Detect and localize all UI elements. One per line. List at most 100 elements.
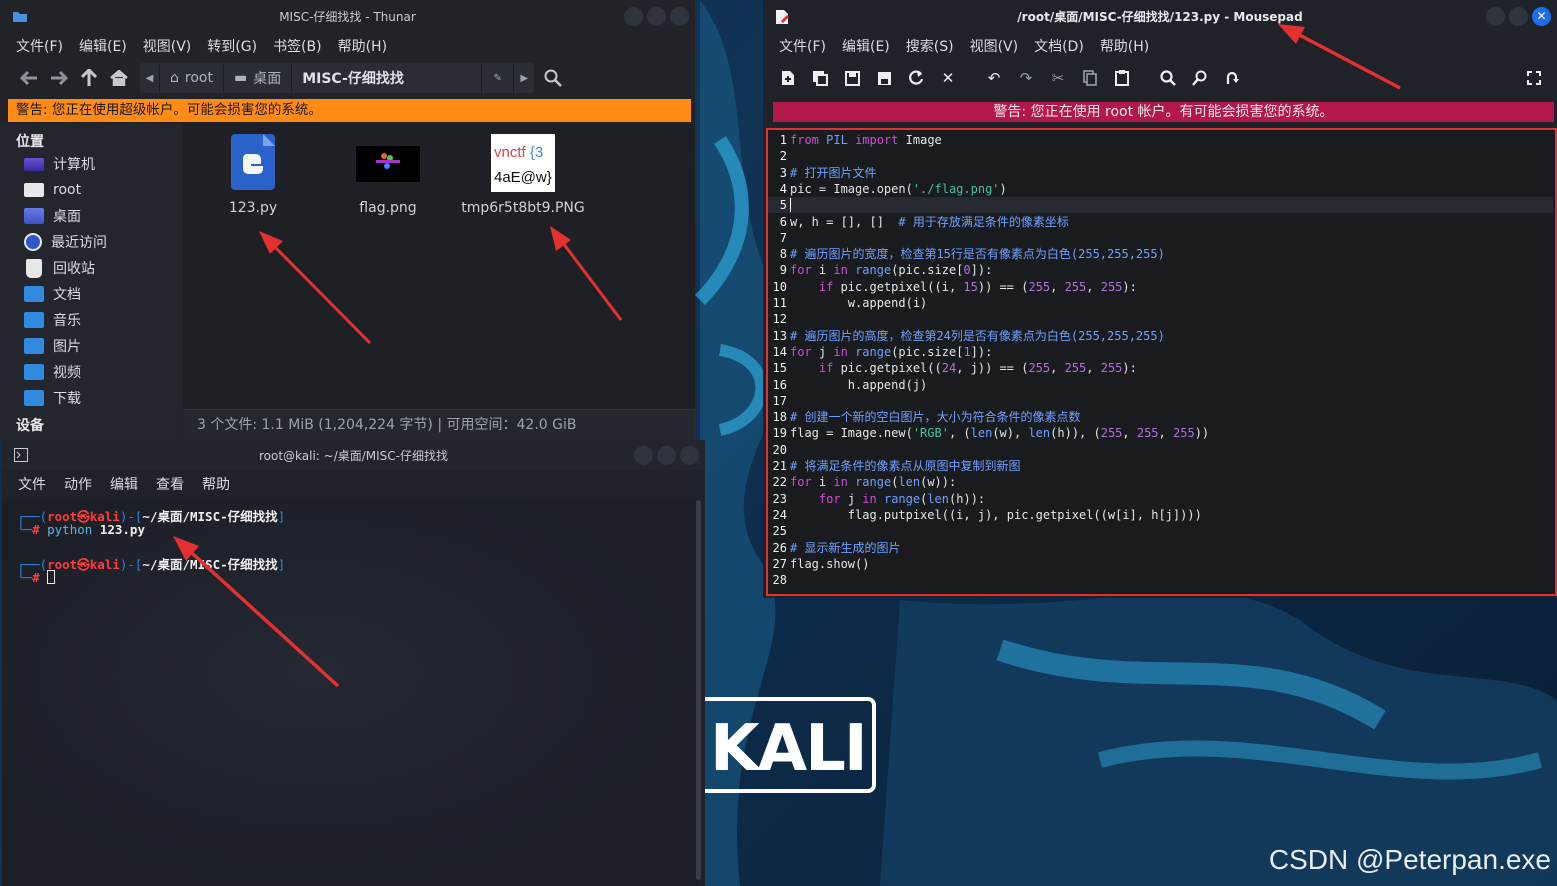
close-icon[interactable]: ✕ [1532, 7, 1551, 26]
maximize-button[interactable] [657, 446, 676, 465]
code-line[interactable]: 23 for j in range(len(h)): [768, 491, 1553, 507]
close-button[interactable] [670, 7, 689, 26]
find-replace-icon[interactable] [1189, 67, 1211, 89]
cut-icon[interactable]: ✂ [1047, 67, 1069, 89]
goto-icon[interactable] [1221, 67, 1243, 89]
code-line[interactable]: 21 # 将满足条件的像素点从原图中复制到新图 [768, 458, 1553, 474]
path-scroll-left-icon[interactable]: ◀ [140, 63, 160, 93]
path-segment-current[interactable]: MISC-仔细找找 [292, 63, 483, 93]
menu-help[interactable]: 帮助(H) [338, 36, 387, 56]
code-line[interactable]: 25 [768, 523, 1553, 539]
code-editor[interactable]: 1 from PIL import Image 2 3 # 打开图片文件 4 pic = I… [766, 128, 1557, 596]
code-line[interactable]: 3 # 打开图片文件 [768, 165, 1553, 181]
menu-view[interactable]: 查看 [156, 474, 184, 494]
code-line[interactable]: 13 # 遍历图片的高度，检查第24列是否有像素点为白色(255,255,255) [768, 328, 1553, 344]
code-line[interactable]: 24 flag.putpixel((i, j), pic.getpixel((w… [768, 507, 1553, 523]
file-item[interactable]: flag.png [348, 134, 428, 216]
menu-help[interactable]: 帮助 [202, 474, 230, 494]
find-icon[interactable] [1157, 67, 1179, 89]
code-line[interactable]: 4 pic = Image.open('./flag.png') [768, 181, 1553, 197]
code-line[interactable]: 15 if pic.getpixel((24, j)) == (255, 255… [768, 360, 1553, 376]
code-line[interactable]: 16 h.append(j) [768, 377, 1553, 393]
save-icon[interactable] [841, 67, 863, 89]
menu-edit[interactable]: 编辑 [110, 474, 138, 494]
sidebar-item-root[interactable]: root [0, 177, 182, 203]
code-line[interactable]: 6 w, h = [], [] # 用于存放满足条件的像素坐标 [768, 214, 1553, 230]
code-line[interactable]: 11 w.append(i) [768, 295, 1553, 311]
forward-arrow-icon[interactable] [44, 63, 74, 93]
code-line[interactable]: 22 for i in range(len(w)): [768, 474, 1553, 490]
maximize-button[interactable] [647, 7, 666, 26]
sidebar-item-documents[interactable]: 文档 [0, 281, 182, 307]
file-item[interactable]: vnctf {3 4aE@w} tmp6r5t8bt9.PNG [453, 134, 593, 216]
menu-view[interactable]: 视图(V) [970, 36, 1019, 56]
file-item[interactable]: 123.py [213, 134, 293, 216]
code-line[interactable]: 26 # 显示新生成的图片 [768, 540, 1553, 556]
menu-document[interactable]: 文档(D) [1034, 36, 1084, 56]
path-segment-root[interactable]: ⌂ root [160, 63, 224, 93]
menu-view[interactable]: 视图(V) [143, 36, 192, 56]
undo-icon[interactable]: ↶ [983, 67, 1005, 89]
code-line[interactable]: 8 # 遍历图片的宽度，检查第15行是否有像素点为白色(255,255,255) [768, 246, 1553, 262]
path-segment-desktop[interactable]: ▬ 桌面 [224, 63, 293, 93]
mousepad-titlebar[interactable]: /root/桌面/MISC-仔细找找/123.py - Mousepad ✕ [763, 0, 1557, 32]
code-line[interactable]: 2 [768, 148, 1553, 164]
reload-icon[interactable] [905, 67, 927, 89]
code-line[interactable]: 14 for j in range(pic.size[1]): [768, 344, 1553, 360]
menu-help[interactable]: 帮助(H) [1100, 36, 1149, 56]
minimize-button[interactable] [624, 7, 643, 26]
terminal-titlebar[interactable]: root@kali: ~/桌面/MISC-仔细找找 [2, 440, 705, 470]
menu-edit[interactable]: 编辑(E) [79, 36, 127, 56]
file-name: tmp6r5t8bt9.PNG [461, 200, 585, 216]
sidebar-item-recent[interactable]: 最近访问 [0, 229, 182, 255]
close-button[interactable] [680, 446, 699, 465]
save-as-icon[interactable] [873, 67, 895, 89]
redo-icon[interactable]: ↷ [1015, 67, 1037, 89]
menu-bookmarks[interactable]: 书签(B) [273, 36, 322, 56]
terminal-output[interactable]: ┌──(root㉿kali)-[~/桌面/MISC-仔细找找] └─# pyth… [2, 500, 697, 886]
menu-actions[interactable]: 动作 [64, 474, 92, 494]
fullscreen-icon[interactable] [1523, 67, 1545, 89]
sidebar-item-videos[interactable]: 视频 [0, 359, 182, 385]
search-icon[interactable] [538, 63, 568, 93]
paste-icon[interactable] [1111, 67, 1133, 89]
sidebar-item-computer[interactable]: 计算机 [0, 151, 182, 177]
code-line[interactable]: 19 flag = Image.new('RGB', (len(w), len(h… [768, 425, 1553, 441]
menu-file[interactable]: 文件(F) [16, 36, 63, 56]
menu-search[interactable]: 搜索(S) [906, 36, 954, 56]
code-line[interactable]: 5 [768, 197, 1553, 214]
path-scroll-right-icon[interactable]: ▶ [514, 63, 534, 93]
code-line[interactable]: 18 # 创建一个新的空白图片，大小为符合条件的像素点数 [768, 409, 1553, 425]
code-line[interactable]: 7 [768, 230, 1553, 246]
edit-location-icon[interactable]: ✎ [482, 63, 515, 93]
minimize-button[interactable] [1486, 7, 1505, 26]
menu-file[interactable]: 文件(F) [779, 36, 826, 56]
menu-edit[interactable]: 编辑(E) [842, 36, 890, 56]
menu-file[interactable]: 文件 [18, 474, 46, 494]
sidebar-item-desktop[interactable]: 桌面 [0, 203, 182, 229]
code-line[interactable]: 17 [768, 393, 1553, 409]
terminal-scrollbar[interactable] [696, 500, 701, 880]
code-line[interactable]: 28 [768, 572, 1553, 588]
sidebar-item-music[interactable]: 音乐 [0, 307, 182, 333]
code-line[interactable]: 27 flag.show() [768, 556, 1553, 572]
code-line[interactable]: 12 [768, 311, 1553, 327]
close-doc-icon[interactable]: ✕ [937, 67, 959, 89]
code-line[interactable]: 9 for i in range(pic.size[0]): [768, 262, 1553, 278]
menu-go[interactable]: 转到(G) [207, 36, 257, 56]
back-arrow-icon[interactable] [14, 63, 44, 93]
code-line[interactable]: 1 from PIL import Image [768, 132, 1553, 148]
new-icon[interactable] [777, 67, 799, 89]
code-line[interactable]: 10 if pic.getpixel((i, 15)) == (255, 255… [768, 279, 1553, 295]
code-line[interactable]: 20 [768, 442, 1553, 458]
sidebar-item-pictures[interactable]: 图片 [0, 333, 182, 359]
new-window-icon[interactable] [809, 67, 831, 89]
sidebar-item-downloads[interactable]: 下载 [0, 385, 182, 411]
maximize-button[interactable] [1509, 7, 1528, 26]
thunar-titlebar[interactable]: MISC-仔细找找 - Thunar [0, 0, 695, 32]
minimize-button[interactable] [634, 446, 653, 465]
home-icon[interactable] [104, 63, 134, 93]
sidebar-item-trash[interactable]: 回收站 [0, 255, 182, 281]
copy-icon[interactable] [1079, 67, 1101, 89]
up-arrow-icon[interactable] [74, 63, 104, 93]
